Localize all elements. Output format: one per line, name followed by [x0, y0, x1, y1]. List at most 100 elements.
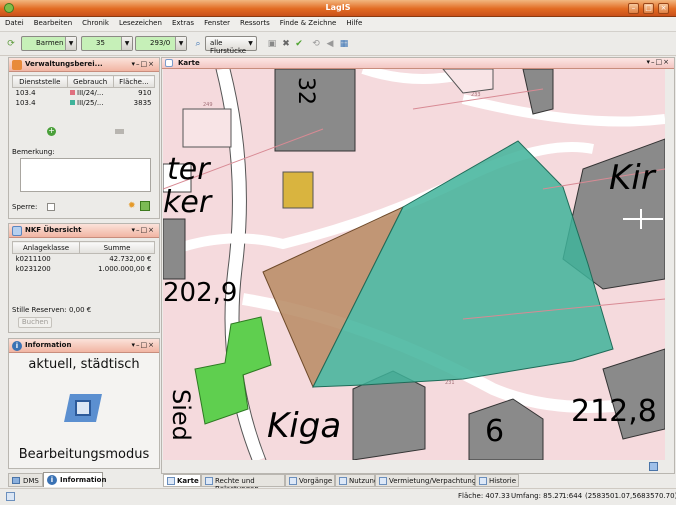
color-swatch [70, 89, 76, 95]
verwaltung-panel: Verwaltungsberei... ▾–□× Dienststelle Ge… [8, 57, 160, 219]
bemerkung-textarea[interactable] [20, 158, 151, 192]
folder-icon [12, 60, 22, 70]
menu-datei[interactable]: Datei [0, 17, 29, 27]
menu-finde-zeichne[interactable]: Finde & Zeichne [275, 17, 342, 27]
tab-rechte[interactable]: Rechte und Belastungen [201, 474, 285, 493]
verwaltung-panel-title: Verwaltungsberei... [25, 60, 103, 68]
map-label-2128: 212,8 [571, 394, 657, 429]
info-icon: i [12, 341, 22, 351]
add-icon[interactable]: + [47, 127, 56, 136]
save-icon[interactable] [140, 201, 150, 211]
information-panel-title: Information [25, 341, 72, 349]
menu-extras[interactable]: Extras [167, 17, 199, 27]
filter-select[interactable]: alle Flurstücke ▼ [205, 36, 257, 55]
status-flaeche: Fläche: 407.33 [458, 492, 510, 500]
close-icon[interactable]: × [658, 3, 669, 14]
col-anlageklasse[interactable]: Anlageklasse [12, 241, 80, 254]
verwaltung-panel-header: Verwaltungsberei... ▾–□× [9, 58, 159, 72]
map-icon [165, 59, 173, 67]
table-row[interactable]: 103.4 III/25/... 3835 [13, 98, 155, 108]
window-title: LagIS [325, 3, 351, 12]
reserven-value: 0,00 € [69, 306, 92, 314]
tab-vermietung[interactable]: Vermietung/Verpachtung [375, 474, 476, 487]
panel-controls-icon[interactable]: ▾–□× [132, 226, 156, 234]
map-label-kiga: Kiga [267, 406, 341, 446]
color-swatch [70, 99, 76, 105]
map-overview-icon[interactable] [649, 462, 658, 471]
map-icon[interactable]: ▦ [338, 38, 350, 50]
panel-controls-icon[interactable]: ▾–□× [647, 58, 671, 66]
bottom-tabs: Karte Rechte und Belastungen Vorgänge Nu… [163, 474, 673, 493]
trash-icon[interactable]: ▣ [266, 38, 278, 50]
panel-controls-icon[interactable]: ▾–□× [132, 60, 156, 68]
refresh-icon[interactable]: ⟳ [5, 38, 17, 50]
col-flaeche[interactable]: Fläche... [112, 75, 156, 88]
left-tab-information[interactable]: i Information [43, 472, 106, 487]
chevron-down-icon: ▼ [121, 37, 132, 50]
map-label-ter: ter [167, 152, 211, 187]
status-icon [6, 492, 15, 501]
chevron-down-icon: ▼ [65, 37, 76, 50]
flur-select[interactable]: 35 ▼ [81, 36, 133, 51]
panel-controls-icon[interactable]: ▾–□× [132, 341, 156, 349]
reload-icon[interactable]: ⟲ [310, 38, 322, 50]
cell-gebrauch: III/25/... [77, 98, 104, 107]
map-label-231: 231 [445, 380, 455, 386]
mode-label: Bearbeitungsmodus [18, 447, 150, 462]
cell-klasse: k0231200 [15, 264, 51, 273]
table-row[interactable]: k0231200 1.000.000,00 € [13, 264, 155, 274]
map-canvas[interactable]: 32 ter ker 202,9 Kiga 6 212,8 Kir Sied 2… [163, 69, 665, 460]
col-dienststelle[interactable]: Dienststelle [12, 75, 68, 88]
tab-karte[interactable]: Karte [163, 474, 201, 487]
gemarkung-value: Barmen [36, 39, 64, 47]
tab-vorgaenge[interactable]: Vorgänge [285, 474, 335, 487]
menu-ressorts[interactable]: Ressorts [235, 17, 275, 27]
flurstueck-value: 293/0 [150, 39, 171, 47]
menu-fenster[interactable]: Fenster [199, 17, 235, 27]
col-gebrauch[interactable]: Gebrauch [66, 75, 114, 88]
cell-klasse: k0211100 [15, 254, 51, 263]
accept-icon[interactable]: ✔ [293, 38, 305, 50]
gemarkung-select[interactable]: Barmen ▼ [21, 36, 77, 51]
status-umfang: Umfang: 85.27 [511, 492, 564, 500]
maximize-icon[interactable]: □ [643, 3, 654, 14]
doc-icon [479, 477, 487, 485]
chevron-down-icon: ▼ [175, 37, 186, 50]
flur-value: 35 [96, 39, 105, 47]
map-label-233: 233 [471, 92, 481, 98]
minimize-icon[interactable]: – [628, 3, 639, 14]
main-toolbar: ⟳ Barmen ▼ 35 ▼ 293/0 ▼ ⌕ alle Flurstück… [0, 32, 676, 56]
sperre-checkbox[interactable] [47, 203, 55, 211]
cell-summe: 1.000.000,00 € [98, 264, 152, 273]
map-label-2029: 202,9 [163, 278, 237, 308]
menu-bearbeiten[interactable]: Bearbeiten [29, 17, 77, 27]
search-icon[interactable]: ⌕ [192, 38, 204, 50]
cell-dienststelle: 103.4 [15, 88, 36, 97]
cell-summe: 42.732,00 € [109, 254, 152, 263]
information-subtitle: aktuell, städtisch [28, 357, 140, 372]
table-row[interactable]: 103.4 III/24/... 910 [13, 88, 155, 98]
flurstueck-select[interactable]: 293/0 ▼ [135, 36, 187, 51]
col-summe[interactable]: Summe [79, 241, 155, 254]
back-icon[interactable]: ◀ [324, 38, 336, 50]
tab-nutzung[interactable]: Nutzung [335, 474, 378, 487]
information-panel-header: i Information ▾–□× [9, 339, 159, 353]
menu-hilfe[interactable]: Hilfe [341, 17, 367, 27]
cell-dienststelle: 103.4 [15, 98, 36, 107]
buchen-button[interactable]: Buchen [18, 317, 52, 328]
status-coords: (2583501.07,5683570.70) [585, 492, 676, 500]
status-scale: 1:644 [562, 492, 583, 500]
doc-icon [289, 477, 297, 485]
nkf-panel: NKF Übersicht ▾–□× Anlageklasse Summe k0… [8, 223, 160, 333]
tab-historie[interactable]: Historie [475, 474, 519, 487]
doc-icon [379, 477, 387, 485]
sun-icon[interactable]: ✹ [128, 201, 136, 211]
menu-chronik[interactable]: Chronik [77, 17, 114, 27]
menu-lesezeichen[interactable]: Lesezeichen [114, 17, 167, 27]
remove-icon[interactable] [115, 129, 124, 134]
nkf-panel-title: NKF Übersicht [25, 226, 82, 234]
cancel-icon[interactable]: ✖ [280, 38, 292, 50]
table-row[interactable]: k0211100 42.732,00 € [13, 254, 155, 264]
dms-icon [12, 477, 20, 484]
left-tab-dms[interactable]: DMS [8, 473, 43, 487]
